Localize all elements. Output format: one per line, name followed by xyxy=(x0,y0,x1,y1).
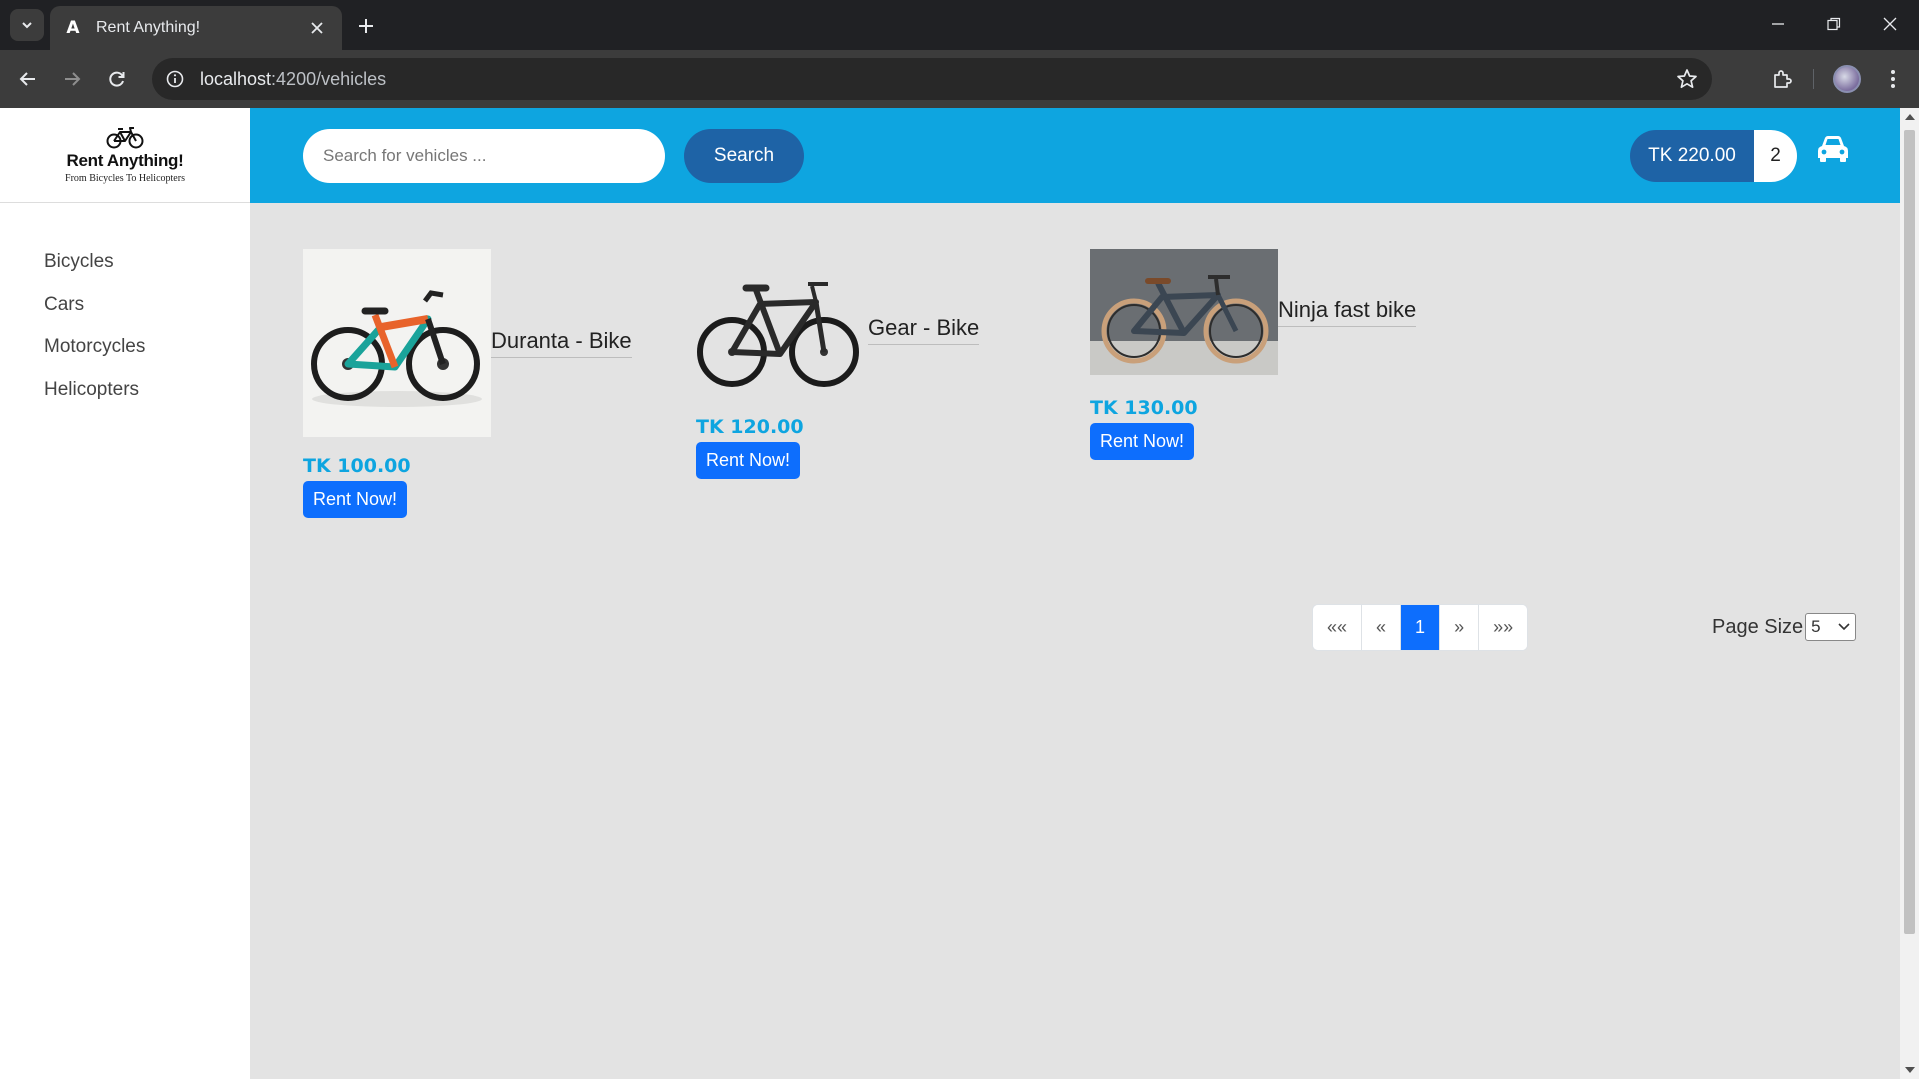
page-viewport: Rent Anything! From Bicycles To Helicopt… xyxy=(0,108,1900,1079)
restore-icon[interactable] xyxy=(1810,6,1858,42)
road-bike-image xyxy=(696,260,862,400)
scroll-up-arrow-icon[interactable] xyxy=(1905,114,1915,120)
browser-tab[interactable]: A Rent Anything! xyxy=(50,6,342,50)
angular-favicon-icon: A xyxy=(66,18,80,38)
mountain-bike-image xyxy=(303,249,491,437)
tab-close-icon[interactable] xyxy=(306,17,328,39)
pagination-page-1[interactable]: 1 xyxy=(1401,605,1441,650)
top-header: Search TK 220.00 2 xyxy=(250,108,1900,203)
url-text: localhost:4200/vehicles xyxy=(200,69,386,90)
window-close-icon[interactable] xyxy=(1866,6,1914,42)
main-content: Duranta - Bike TK 100.00 Rent Now! Gear … xyxy=(250,203,1900,1079)
city-bike-image xyxy=(1090,249,1278,375)
minimize-icon[interactable] xyxy=(1754,6,1802,42)
product-image-duranta-bike[interactable] xyxy=(303,249,491,437)
scroll-down-arrow-icon[interactable] xyxy=(1905,1067,1915,1073)
browser-toolbar: localhost:4200/vehicles xyxy=(0,50,1919,108)
page-size-value: 5 xyxy=(1811,617,1821,636)
url-host: localhost xyxy=(200,68,272,89)
product-card: Ninja fast bike TK 130.00 Rent Now! xyxy=(1090,249,1417,460)
extensions-puzzle-icon[interactable] xyxy=(1767,64,1797,94)
profile-avatar[interactable] xyxy=(1833,65,1861,93)
pagination: «« « 1 » »» xyxy=(1312,604,1529,651)
pagination-last[interactable]: »» xyxy=(1479,605,1528,650)
product-card: Gear - Bike TK 120.00 Rent Now! xyxy=(696,260,980,479)
page-size-label: Page Size xyxy=(1712,615,1804,638)
scrollbar-thumb[interactable] xyxy=(1904,130,1915,934)
page-size-select[interactable]: 5 xyxy=(1805,613,1857,641)
forward-arrow-icon[interactable] xyxy=(56,63,88,95)
site-logo[interactable]: Rent Anything! From Bicycles To Helicopt… xyxy=(0,108,250,203)
product-price: TK 100.00 xyxy=(303,455,411,477)
product-card: Duranta - Bike TK 100.00 Rent Now! xyxy=(303,249,632,518)
product-image-gear-bike[interactable] xyxy=(696,260,862,400)
sidebar-item-motorcycles[interactable]: Motorcycles xyxy=(44,335,145,378)
reload-icon[interactable] xyxy=(101,63,133,95)
logo-title: Rent Anything! xyxy=(66,150,184,170)
tab-title: Rent Anything! xyxy=(96,19,201,36)
new-tab-plus-icon[interactable] xyxy=(352,12,380,40)
browser-tabstrip: A Rent Anything! xyxy=(0,0,1919,50)
page-scrollbar[interactable] xyxy=(1900,108,1919,1079)
cart-total-badge[interactable]: TK 220.00 xyxy=(1630,130,1754,182)
address-bar[interactable]: localhost:4200/vehicles xyxy=(152,58,1712,100)
sidebar-item-helicopters[interactable]: Helicopters xyxy=(44,378,145,421)
kebab-menu-icon[interactable] xyxy=(1878,64,1908,94)
site-info-icon[interactable] xyxy=(164,68,186,90)
page-size-control: Page Size 5 xyxy=(1712,613,1857,641)
product-image-ninja-fast-bike[interactable] xyxy=(1090,249,1278,375)
chevron-down-icon xyxy=(22,22,32,29)
pagination-prev[interactable]: « xyxy=(1362,605,1402,650)
product-name[interactable]: Ninja fast bike xyxy=(1278,297,1417,327)
tab-search-button[interactable] xyxy=(10,9,44,41)
cart-quantity-badge[interactable]: 2 xyxy=(1754,130,1797,182)
pagination-first[interactable]: «« xyxy=(1313,605,1363,650)
url-path: :4200/vehicles xyxy=(271,68,387,89)
sidebar-item-bicycles[interactable]: Bicycles xyxy=(44,250,145,293)
rent-now-button[interactable]: Rent Now! xyxy=(1090,423,1195,460)
rent-now-button[interactable]: Rent Now! xyxy=(696,442,801,479)
sidebar-item-cars[interactable]: Cars xyxy=(44,293,145,336)
category-menu: Bicycles Cars Motorcycles Helicopters xyxy=(44,250,145,420)
bookmark-star-icon[interactable] xyxy=(1676,68,1698,90)
product-price: TK 120.00 xyxy=(696,416,804,438)
toolbar-separator xyxy=(1813,69,1814,89)
sidebar: Rent Anything! From Bicycles To Helicopt… xyxy=(0,108,250,1079)
logo-subtitle: From Bicycles To Helicopters xyxy=(65,172,185,184)
search-input[interactable] xyxy=(303,129,665,183)
pagination-next[interactable]: » xyxy=(1440,605,1480,650)
rent-now-button[interactable]: Rent Now! xyxy=(303,481,408,518)
product-price: TK 130.00 xyxy=(1090,397,1198,419)
product-name[interactable]: Duranta - Bike xyxy=(491,328,632,358)
back-arrow-icon[interactable] xyxy=(12,63,44,95)
bicycle-logo-icon xyxy=(106,126,144,148)
chevron-down-icon xyxy=(1838,623,1850,631)
product-name[interactable]: Gear - Bike xyxy=(868,315,980,345)
search-button[interactable]: Search xyxy=(684,129,804,183)
car-icon[interactable] xyxy=(1816,134,1850,168)
